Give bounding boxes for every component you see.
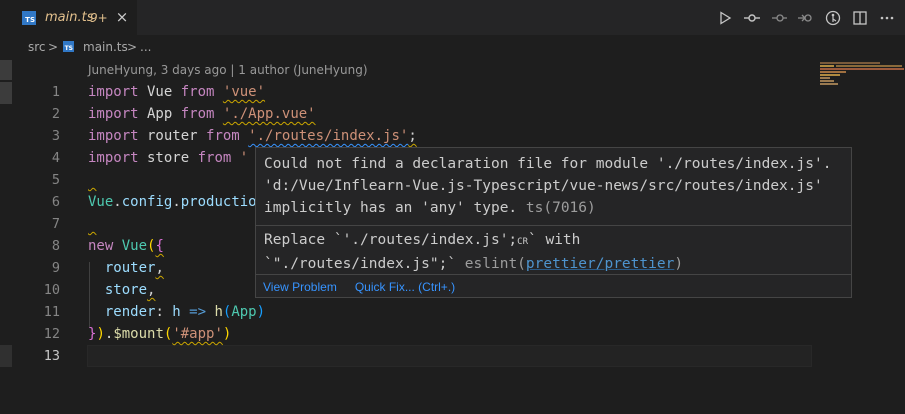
quick-fix-link[interactable]: Quick Fix... (Ctrl+.) — [355, 280, 455, 294]
line-number: 11 — [43, 304, 60, 320]
code-line: import router from './routes/index.js'; — [88, 128, 417, 144]
line-number: 9 — [51, 260, 60, 276]
line-number: 6 — [51, 194, 60, 210]
code-line: new Vue({ — [88, 238, 164, 254]
breadcrumb-folder[interactable]: src — [28, 40, 46, 54]
diagnostic-code: ts(7016) — [525, 200, 596, 216]
divider — [256, 274, 851, 275]
hover-fix-message: Replace `'./routes/index.js';CR` with `"… — [264, 232, 684, 272]
line-number: 5 — [51, 172, 60, 188]
line-number: 10 — [43, 282, 60, 298]
typescript-file-icon: TS — [22, 11, 36, 25]
line-number: 7 — [51, 216, 60, 232]
editor-actions — [715, 8, 897, 28]
carriage-return-icon: CR — [517, 237, 529, 247]
diagnostic-hover-widget: Could not find a declaration file for mo… — [255, 147, 852, 298]
hover-actions: View Problem Quick Fix... (Ctrl+.) — [263, 280, 455, 294]
line-number: 1 — [51, 84, 60, 100]
hover-message: Could not find a declaration file for mo… — [264, 156, 832, 216]
line-number: 4 — [51, 150, 60, 166]
more-actions-icon[interactable] — [877, 8, 897, 28]
tab-main-ts[interactable]: TS main.ts 9+ × — [0, 0, 137, 35]
tab-label: main.ts — [45, 10, 94, 25]
timeline-icon[interactable] — [823, 8, 843, 28]
git-next-icon[interactable] — [796, 8, 816, 28]
line-number-active: 13 — [43, 348, 60, 364]
code-line: render: h => h(App) — [88, 304, 266, 320]
problem-count-badge: 9+ — [90, 11, 108, 25]
typescript-file-icon: TS — [63, 41, 74, 52]
breadcrumb-separator-icon: > — [48, 40, 59, 54]
line-number: 2 — [51, 106, 60, 122]
git-previous-icon[interactable] — [769, 8, 789, 28]
gutter-decoration — [0, 60, 12, 80]
view-problem-link[interactable]: View Problem — [263, 280, 337, 294]
git-blame-codelens[interactable]: JuneHyung, 3 days ago | 1 author (JuneHy… — [88, 63, 368, 77]
editor-tab-bar: TS main.ts 9+ × — [0, 0, 905, 35]
split-editor-icon[interactable] — [850, 8, 870, 28]
code-line: Vue.config.productio — [88, 194, 257, 210]
line-number: 8 — [51, 238, 60, 254]
code-line: router, — [88, 260, 164, 276]
close-icon[interactable]: × — [114, 8, 130, 26]
line-number: 3 — [51, 128, 60, 144]
breadcrumb-separator-icon: > — [127, 40, 138, 54]
code-line: }).$mount('#app') — [88, 326, 232, 342]
breadcrumb: src > TS main.ts > ... — [0, 35, 905, 59]
rule-link[interactable]: prettier/prettier — [526, 256, 674, 272]
breadcrumb-file[interactable]: main.ts — [83, 40, 128, 54]
code-line: store, — [88, 282, 156, 298]
run-icon[interactable] — [715, 8, 735, 28]
code-line: import Vue from 'vue' — [88, 84, 266, 100]
git-commit-icon[interactable] — [742, 8, 762, 28]
code-line: import store from ' — [88, 150, 249, 166]
line-number: 12 — [43, 326, 60, 342]
breadcrumb-symbol[interactable]: ... — [140, 40, 151, 54]
code-line: import App from './App.vue' — [88, 106, 316, 122]
divider — [256, 225, 851, 226]
